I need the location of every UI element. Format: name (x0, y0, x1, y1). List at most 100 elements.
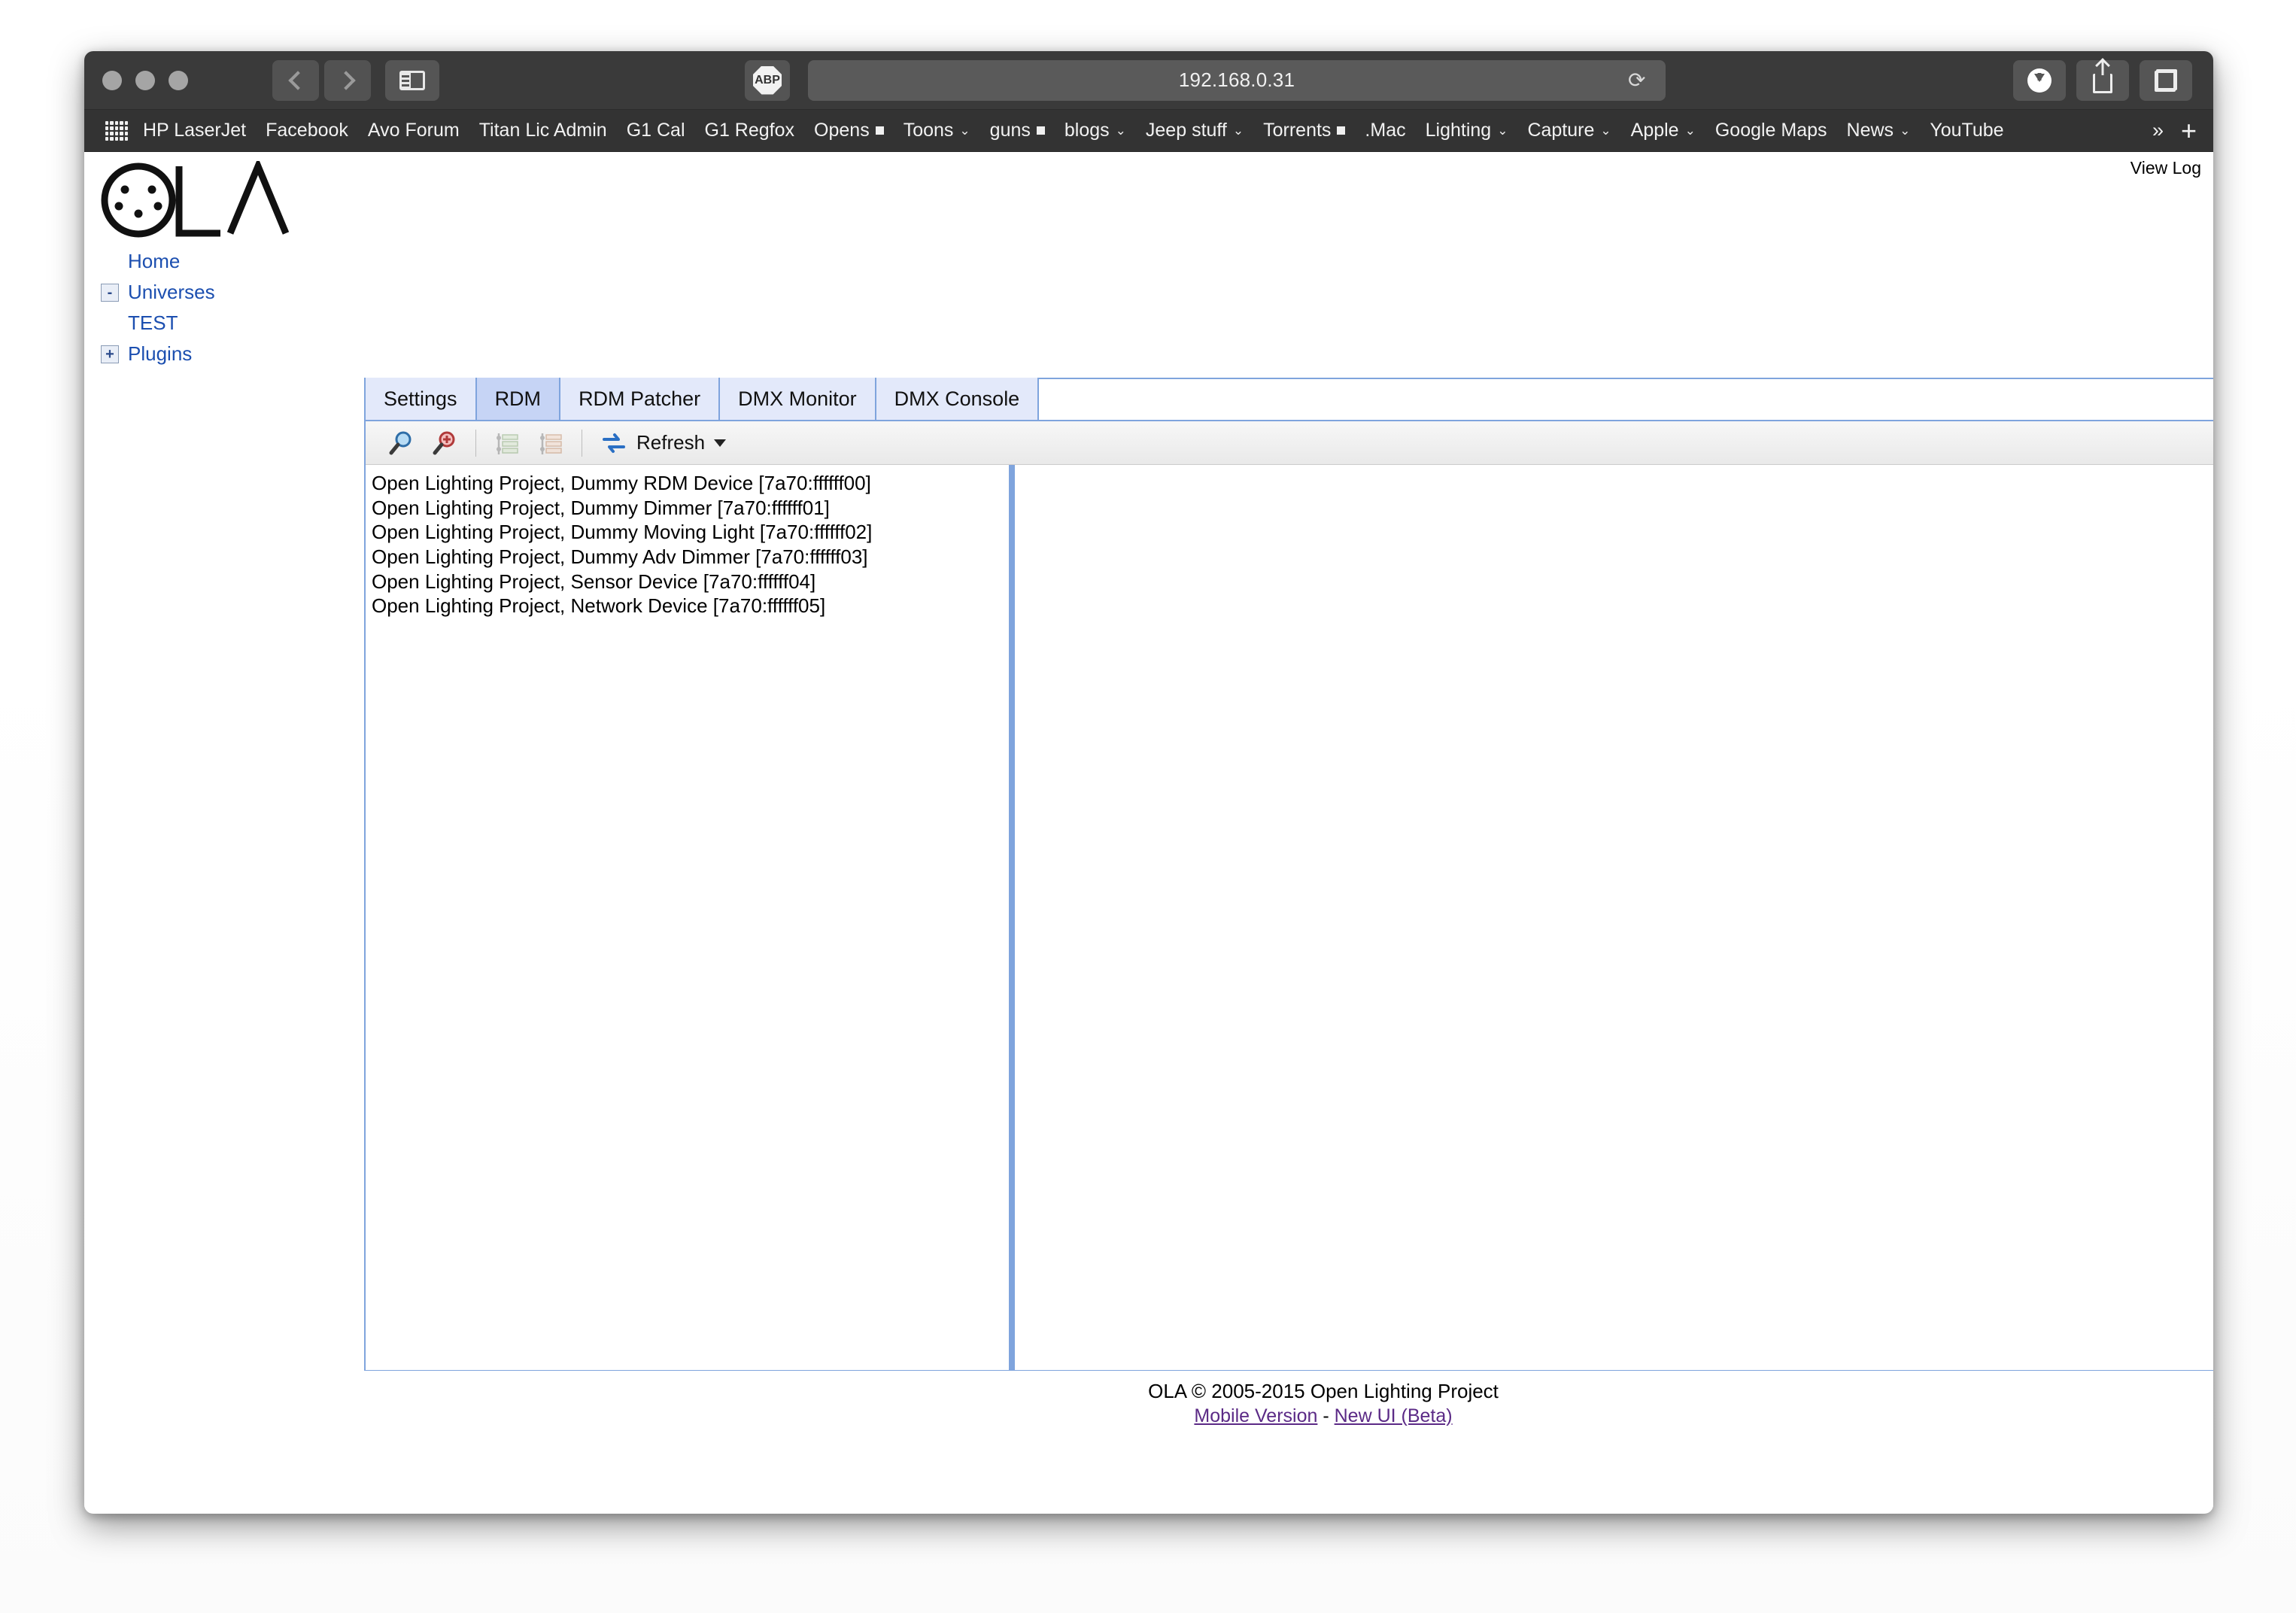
bookmark-item[interactable]: guns (990, 120, 1045, 141)
sidebar-item-test[interactable]: TEST (84, 308, 333, 339)
tab-label: RDM (494, 387, 542, 410)
download-icon (2027, 68, 2052, 93)
page-footer: OLA © 2005-2015 Open Lighting Project Mo… (364, 1380, 2213, 1427)
bookmark-label: G1 Regfox (704, 120, 795, 141)
bookmark-label: Toons (903, 120, 954, 141)
bookmark-item[interactable]: Facebook (266, 120, 348, 141)
new-ui-beta-link[interactable]: New UI (Beta) (1335, 1405, 1453, 1426)
uid-list-remove-button[interactable] (529, 426, 572, 460)
bookmark-label: Apple (1630, 120, 1679, 141)
tab-label: DMX Console (894, 387, 1020, 410)
bookmark-item[interactable]: Opens (814, 120, 884, 141)
refresh-button[interactable]: Refresh (591, 426, 735, 460)
url-text: 192.168.0.31 (1178, 68, 1295, 91)
footer-links: Mobile Version - New UI (Beta) (364, 1405, 2213, 1427)
back-button[interactable] (272, 59, 319, 101)
browser-toolbar: ABP 192.168.0.31 ⟳ (84, 51, 2213, 110)
sidebar-item-label[interactable]: TEST (128, 311, 178, 335)
sidebar-item-label[interactable]: Home (128, 250, 180, 273)
ola-logo (98, 161, 323, 244)
new-tab-button[interactable]: + (2181, 117, 2197, 144)
rdm-device-item[interactable]: Open Lighting Project, Dummy Moving Ligh… (372, 520, 1009, 545)
sidebar-item-home[interactable]: Home (84, 246, 333, 277)
bookmark-label: Capture (1527, 120, 1595, 141)
bookmark-item[interactable]: Google Maps (1715, 120, 1827, 141)
bookmark-item[interactable]: G1 Cal (627, 120, 685, 141)
sidebar-toggle-button[interactable] (385, 59, 439, 101)
bookmark-item[interactable]: Capture ⌄ (1527, 120, 1611, 141)
sidebar-item-plugins[interactable]: + Plugins (84, 339, 333, 369)
adblock-plus-button[interactable]: ABP (745, 59, 790, 101)
bookmark-label: blogs (1064, 120, 1110, 141)
rdm-device-item[interactable]: Open Lighting Project, Dummy Dimmer [7a7… (372, 496, 1009, 521)
rdm-device-item[interactable]: Open Lighting Project, Sensor Device [7a… (372, 570, 1009, 594)
view-log-link[interactable]: View Log (2130, 158, 2201, 178)
chevron-down-icon: ⌄ (959, 123, 970, 138)
bookmark-label: G1 Cal (626, 120, 685, 141)
mobile-version-link[interactable]: Mobile Version (1194, 1405, 1317, 1426)
sidebar-item-label[interactable]: Plugins (128, 342, 192, 366)
tab-dmx-console[interactable]: DMX Console (876, 378, 1040, 420)
rdm-device-item[interactable]: Open Lighting Project, Network Device [7… (372, 594, 1009, 618)
bookmark-item[interactable]: blogs ⌄ (1064, 120, 1126, 141)
forward-chevron-icon (336, 70, 356, 90)
minimize-window-button[interactable] (135, 70, 155, 90)
toolbar-separator (475, 429, 476, 457)
bookmark-item[interactable]: YouTube (1930, 120, 2003, 141)
downloads-button[interactable] (2013, 59, 2066, 101)
bookmark-item[interactable]: Jeep stuff ⌄ (1146, 120, 1244, 141)
tab-dmx-monitor[interactable]: DMX Monitor (720, 378, 876, 420)
bookmark-label: HP LaserJet (143, 120, 247, 141)
address-bar[interactable]: 192.168.0.31 ⟳ (808, 59, 1666, 101)
bookmark-label: Lighting (1425, 120, 1492, 141)
reload-icon[interactable]: ⟳ (1628, 69, 1648, 90)
bookmark-item[interactable]: Torrents (1263, 120, 1346, 141)
list-add-icon (497, 433, 518, 454)
bookmark-item[interactable]: News ⌄ (1847, 120, 1911, 141)
bookmark-item[interactable]: Avo Forum (368, 120, 460, 141)
tab-label: Settings (384, 387, 457, 410)
expand-toggle-icon[interactable]: + (101, 345, 119, 363)
bookmark-item[interactable]: Apple ⌄ (1631, 120, 1696, 141)
collapse-toggle-icon[interactable]: - (101, 283, 119, 302)
tab-overview-icon (2155, 68, 2177, 92)
bookmark-item[interactable]: Titan Lic Admin (479, 120, 607, 141)
tab-rdm[interactable]: RDM (476, 378, 561, 420)
bookmarks-overflow-button[interactable]: » (2152, 119, 2164, 142)
bookmark-item[interactable]: HP LaserJet (143, 120, 246, 141)
rdm-device-list: Open Lighting Project, Dummy RDM Device … (366, 465, 1009, 1370)
apps-grid-icon[interactable] (105, 120, 128, 141)
bookmark-label: Opens (814, 120, 870, 141)
tab-settings[interactable]: Settings (366, 378, 477, 420)
tab-overview-button[interactable] (2140, 59, 2192, 101)
caret-down-icon[interactable] (714, 439, 727, 447)
rdm-detail-pane (1015, 465, 2213, 1370)
uid-list-add-button[interactable] (485, 426, 529, 460)
magnifier-icon (389, 431, 412, 454)
split-panes: Open Lighting Project, Dummy RDM Device … (366, 465, 2213, 1370)
footer-separator: - (1317, 1405, 1335, 1426)
window-traffic-lights (102, 70, 188, 90)
share-button[interactable] (2076, 59, 2129, 101)
bookmark-items: HP LaserJet Facebook Avo Forum Titan Lic Ad… (143, 120, 2024, 141)
close-window-button[interactable] (102, 70, 122, 90)
magnifier-plus-icon (433, 431, 455, 454)
list-remove-icon (540, 433, 562, 454)
tab-rdm-patcher[interactable]: RDM Patcher (560, 378, 721, 420)
sidebar-item-label[interactable]: Universes (128, 281, 215, 304)
discover-button[interactable] (379, 426, 423, 460)
sidebar-item-universes[interactable]: - Universes (84, 277, 333, 308)
bookmark-item[interactable]: Toons ⌄ (904, 120, 970, 141)
bookmark-item[interactable]: G1 Regfox (705, 120, 795, 141)
zoom-window-button[interactable] (169, 70, 188, 90)
bookmark-item[interactable]: .Mac (1365, 120, 1405, 141)
incremental-discover-button[interactable] (423, 426, 466, 460)
rdm-device-item[interactable]: Open Lighting Project, Dummy RDM Device … (372, 471, 1009, 496)
bookmark-item[interactable]: Lighting ⌄ (1426, 120, 1508, 141)
rdm-device-item[interactable]: Open Lighting Project, Dummy Adv Dimmer … (372, 545, 1009, 570)
sidebar-toggle-icon (399, 70, 425, 90)
forward-button[interactable] (324, 59, 371, 101)
chevron-down-icon: ⌄ (1600, 123, 1611, 138)
pane-splitter[interactable] (1009, 465, 1015, 1370)
navigation-buttons (272, 59, 371, 101)
